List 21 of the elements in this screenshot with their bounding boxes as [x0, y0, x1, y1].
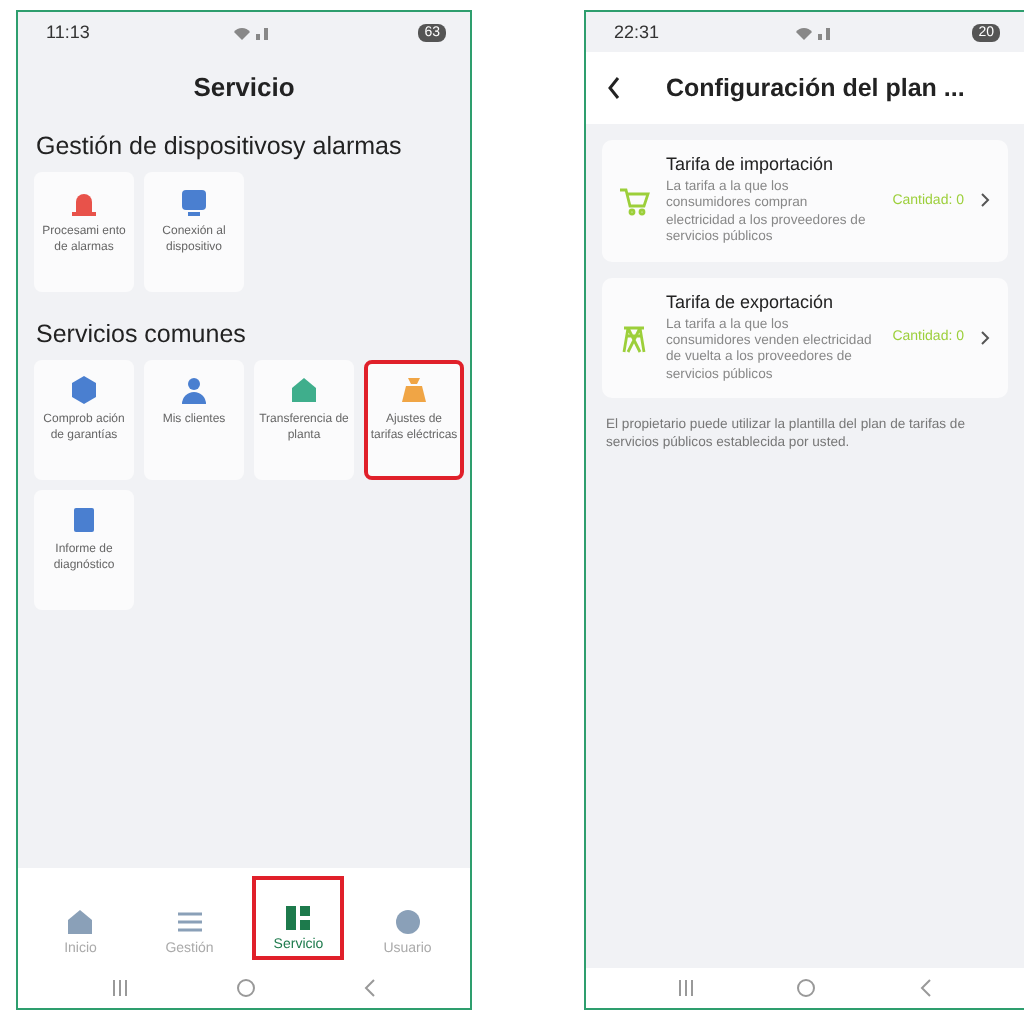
home-circle-icon[interactable]	[235, 978, 256, 998]
back-icon[interactable]	[606, 76, 622, 100]
status-time: 11:13	[46, 22, 90, 42]
card-title: Tarifa de exportación	[666, 291, 836, 312]
card-title: Tarifa de importación	[666, 154, 836, 174]
cart-icon	[618, 184, 650, 217]
screen-title: Servicio	[191, 69, 297, 105]
section-title: Gestión de dispositivosy alarmas	[34, 130, 404, 164]
user-icon	[393, 908, 422, 936]
home-icon	[66, 908, 95, 936]
chevron-icon	[980, 329, 992, 346]
grid-icon	[284, 904, 313, 932]
status-time: 22:31	[614, 22, 660, 42]
home-circle-icon[interactable]	[796, 978, 817, 998]
list-icon	[175, 908, 204, 936]
recent-apps-icon[interactable]	[110, 980, 131, 996]
chevron-icon	[980, 192, 992, 209]
section-title: Servicios comunes	[34, 318, 248, 352]
recent-apps-icon[interactable]	[676, 980, 697, 996]
pylon-icon	[618, 321, 650, 354]
screen-title: Configuración del plan ...	[666, 74, 965, 102]
